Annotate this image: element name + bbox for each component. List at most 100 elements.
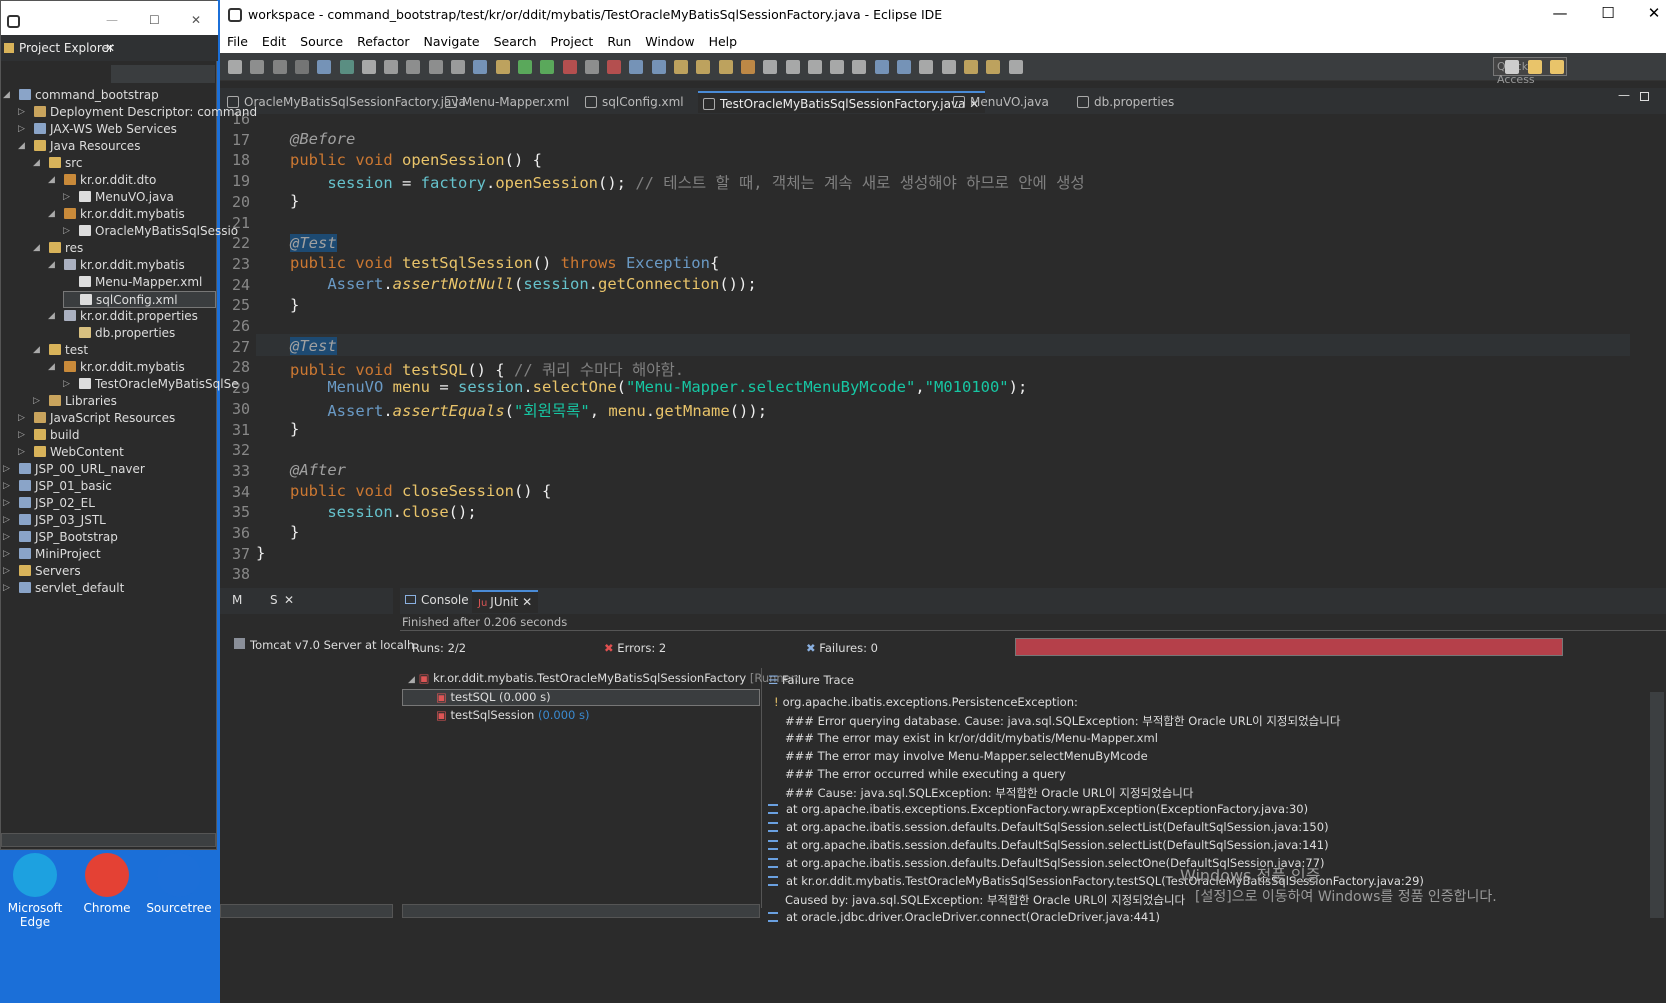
close-tab-icon[interactable]: ✕ <box>105 41 115 55</box>
tree-item[interactable]: ◢ command_bootstrap <box>3 87 159 104</box>
toolbar-button-icon[interactable] <box>473 60 488 74</box>
tree-item[interactable]: ◢ res <box>33 240 83 257</box>
toolbar-button-icon[interactable] <box>584 60 599 74</box>
toolbar-button-icon[interactable] <box>1008 60 1023 74</box>
trace-line[interactable]: ### Error querying database. Cause: java… <box>785 713 1340 729</box>
toolbar-button-icon[interactable] <box>963 60 978 74</box>
trace-line[interactable]: at org.apache.ibatis.exceptions.Exceptio… <box>768 802 1308 816</box>
menu-file[interactable]: File <box>220 31 255 49</box>
pe-maximize-button[interactable]: ☐ <box>149 13 160 27</box>
toolbar-button-icon[interactable] <box>674 60 688 74</box>
tree-item[interactable]: ▷ JAX-WS Web Services <box>18 121 177 138</box>
test-suite-item[interactable]: ◢ ▣ kr.or.ddit.mybatis.TestOracleMyBatis… <box>408 671 799 685</box>
tree-item[interactable]: ◢ kr.or.ddit.dto <box>48 172 156 189</box>
expand-icon[interactable]: ▷ <box>3 478 10 495</box>
editor-tab[interactable]: TestOracleMyBatisSqlSessionFactory.java … <box>698 91 986 113</box>
menu-run[interactable]: Run <box>600 31 638 49</box>
menu-project[interactable]: Project <box>544 31 601 49</box>
menu-refactor[interactable]: Refactor <box>350 31 416 49</box>
tree-item[interactable]: ◢ kr.or.ddit.mybatis <box>48 206 185 223</box>
server-item[interactable]: Tomcat v7.0 Server at localh <box>234 638 414 652</box>
close-button[interactable]: ✕ <box>1634 4 1666 26</box>
trace-line[interactable]: ! org.apache.ibatis.exceptions.Persistenc… <box>774 695 1078 709</box>
toolbar-button-icon[interactable] <box>228 60 242 74</box>
tree-item[interactable]: ▷ build <box>18 427 80 444</box>
toolbar-button-icon[interactable] <box>540 60 555 74</box>
desktop-icon[interactable]: Microsoft Edge <box>0 853 70 929</box>
tree-item[interactable]: db.properties <box>79 325 175 342</box>
expand-icon[interactable]: ▷ <box>3 546 10 563</box>
menu-help[interactable]: Help <box>702 31 745 49</box>
explorer-horizontal-scrollbar[interactable] <box>1 833 216 847</box>
expand-icon[interactable]: ▷ <box>3 495 10 512</box>
editor-tab[interactable]: MenuVO.java <box>948 91 1055 113</box>
tree-item[interactable]: ▷ JSP_Bootstrap <box>3 529 118 546</box>
trace-line[interactable]: at org.apache.ibatis.session.defaults.De… <box>768 820 1329 834</box>
toolbar-button-icon[interactable] <box>451 60 465 74</box>
toolbar-button-icon[interactable] <box>562 60 577 74</box>
editor-tab[interactable]: sqlConfig.xml <box>580 91 690 113</box>
tree-horizontal-scrollbar[interactable] <box>402 904 760 918</box>
expand-icon[interactable]: ▷ <box>3 529 10 546</box>
toolbar-button-icon[interactable] <box>763 60 778 74</box>
toolbar-button-icon[interactable] <box>272 60 287 74</box>
toolbar-button-icon[interactable] <box>718 60 733 74</box>
expand-icon[interactable]: ◢ <box>33 155 40 172</box>
expand-icon[interactable]: ▷ <box>63 223 70 240</box>
expand-icon[interactable]: ▷ <box>3 461 10 478</box>
toolbar-button-icon[interactable] <box>874 60 889 74</box>
tree-item[interactable]: ▷ JSP_00_URL_naver <box>3 461 145 478</box>
toolbar-button-icon[interactable] <box>852 60 867 74</box>
tree-item[interactable]: ▷ Deployment Descriptor: command <box>18 104 257 121</box>
maximize-editor-icon[interactable] <box>1640 92 1649 101</box>
trace-line[interactable]: ### The error may exist in kr/or/ddit/my… <box>785 731 1158 745</box>
menu-navigate[interactable]: Navigate <box>417 31 487 49</box>
expand-icon[interactable]: ◢ <box>48 206 55 223</box>
expand-icon[interactable]: ▷ <box>18 121 25 138</box>
maximize-button[interactable]: ☐ <box>1588 4 1628 26</box>
trace-vertical-scrollbar[interactable] <box>1650 692 1664 918</box>
tree-item[interactable]: ◢ kr.or.ddit.properties <box>48 308 198 325</box>
toolbar-button-icon[interactable] <box>986 60 1001 74</box>
toolbar-button-icon[interactable] <box>495 60 510 74</box>
trace-line[interactable]: ### The error may involve Menu-Mapper.se… <box>785 749 1148 763</box>
expand-icon[interactable]: ◢ <box>33 342 40 359</box>
toolbar-button-icon[interactable] <box>919 60 934 74</box>
trace-line[interactable]: ### Cause: java.sql.SQLException: 부적합한 O… <box>785 785 1193 801</box>
toolbar-button-icon[interactable] <box>428 60 443 74</box>
trace-line[interactable]: ### The error occurred while executing a… <box>785 767 1066 781</box>
toolbar-button-icon[interactable] <box>384 60 399 74</box>
expand-icon[interactable]: ◢ <box>48 257 55 274</box>
toolbar-button-icon[interactable] <box>317 60 332 74</box>
toolbar-button-icon[interactable] <box>740 60 755 74</box>
expand-icon[interactable]: ◢ <box>3 87 10 104</box>
tree-item[interactable]: ▷ MiniProject <box>3 546 101 563</box>
tree-item[interactable]: Menu-Mapper.xml <box>79 274 202 291</box>
expand-icon[interactable]: ▷ <box>18 444 25 461</box>
tree-item[interactable]: ◢ kr.or.ddit.mybatis <box>48 257 185 274</box>
expand-icon[interactable]: ◢ <box>48 308 55 325</box>
tab-console[interactable]: Console <box>405 593 469 607</box>
toolbar-button-icon[interactable] <box>406 60 421 74</box>
toolbar-button-icon[interactable] <box>897 60 911 74</box>
expand-icon[interactable]: ▷ <box>18 427 25 444</box>
tree-item[interactable]: ▷ MenuVO.java <box>63 189 174 206</box>
tree-item[interactable]: ▷ JSP_02_EL <box>3 495 95 512</box>
test-item-testSqlSession[interactable]: ▣ testSqlSession (0.000 s) <box>436 708 590 722</box>
toolbar-button-icon[interactable] <box>807 60 822 74</box>
editor-tab[interactable]: OracleMyBatisSqlSessionFactory.java <box>222 91 472 113</box>
code-editor[interactable]: 16 17 18 19 20 21 22 23 24 25 26 27 28 29 30 31 32 33 34 35… <box>220 110 1650 584</box>
close-servers-tab-icon[interactable]: ✕ <box>284 593 294 607</box>
expand-icon[interactable]: ◢ <box>33 240 40 257</box>
tab-servers[interactable]: S <box>270 593 278 607</box>
tree-item[interactable]: ▷ JSP_01_basic <box>3 478 112 495</box>
toolbar-button-icon[interactable] <box>651 60 666 74</box>
servers-horizontal-scrollbar[interactable] <box>220 904 393 918</box>
editor-tab[interactable]: db.properties <box>1072 91 1180 113</box>
tab-markers[interactable]: M <box>232 593 242 607</box>
trace-line[interactable]: at oracle.jdbc.driver.OracleDriver.conne… <box>768 910 1160 924</box>
desktop-icon[interactable]: Chrome <box>72 853 142 915</box>
tree-item[interactable]: ▷ Libraries <box>33 393 117 410</box>
pe-minimize-button[interactable]: — <box>106 13 118 27</box>
tab-junit[interactable]: Ju JUnit ✕ <box>472 590 539 613</box>
